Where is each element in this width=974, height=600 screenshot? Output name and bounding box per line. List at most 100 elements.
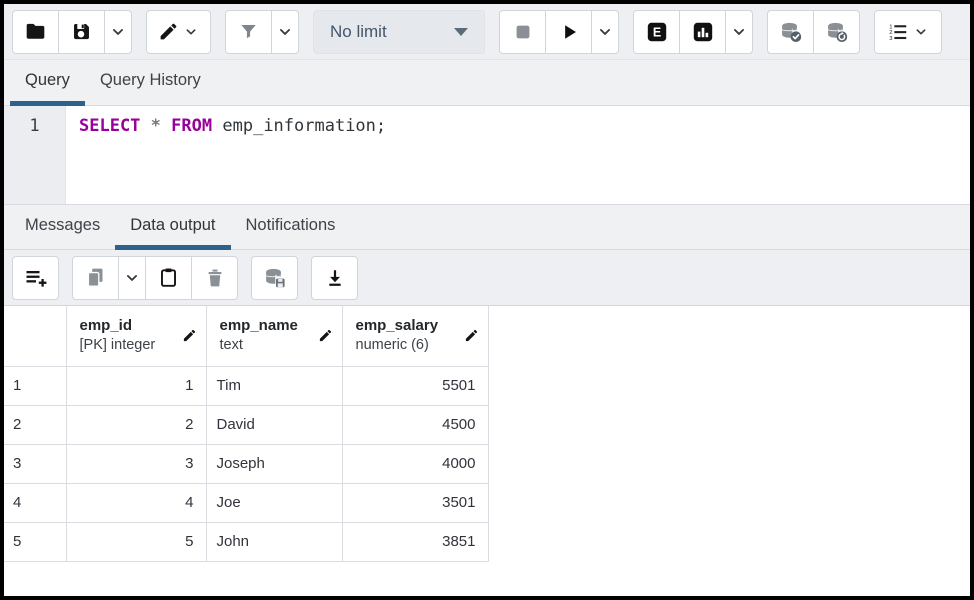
column-type: text xyxy=(219,337,243,354)
data-output-toolbar xyxy=(4,250,970,306)
play-icon xyxy=(564,24,576,39)
macros-button[interactable]: 123 xyxy=(874,9,942,54)
execute-button[interactable] xyxy=(545,9,592,54)
triangle-down-icon xyxy=(454,27,468,36)
add-row-icon xyxy=(26,270,46,287)
tab-data-output[interactable]: Data output xyxy=(115,205,231,250)
trash-icon xyxy=(207,269,222,286)
cell-emp-name[interactable]: David xyxy=(206,405,343,445)
delete-button[interactable] xyxy=(191,255,238,300)
tab-query-history-label: Query History xyxy=(99,71,201,89)
copy-icon xyxy=(87,268,103,287)
bar-chart-icon xyxy=(693,22,712,41)
rollback-button[interactable] xyxy=(813,9,860,54)
chevron-down-icon xyxy=(599,28,611,35)
stop-button[interactable] xyxy=(499,9,546,54)
execute-options-button[interactable] xyxy=(591,9,619,54)
grid-row: 2 2 David 4500 xyxy=(4,405,489,445)
open-file-button[interactable] xyxy=(12,9,59,54)
row-limit-value: No limit xyxy=(330,21,387,41)
explain-button[interactable]: E xyxy=(633,9,680,54)
grid-row: 4 4 Joe 3501 xyxy=(4,483,489,523)
row-number-cell[interactable]: 5 xyxy=(4,522,67,562)
filter-button-group xyxy=(225,9,299,54)
pencil-icon xyxy=(160,23,177,40)
grid-row: 5 5 John 3851 xyxy=(4,522,489,562)
chevron-down-icon xyxy=(186,28,196,35)
column-header-emp-salary[interactable]: emp_salary numeric (6) xyxy=(342,306,489,367)
column-type: numeric (6) xyxy=(355,337,429,354)
column-name: emp_name xyxy=(219,316,298,334)
editor-tabbar: Query Query History xyxy=(4,60,970,106)
cell-emp-salary[interactable]: 5501 xyxy=(342,366,489,406)
explain-icon: E xyxy=(647,22,666,41)
cell-emp-salary[interactable]: 3501 xyxy=(342,483,489,523)
filter-button[interactable] xyxy=(225,9,272,54)
cell-emp-name[interactable]: Joseph xyxy=(206,444,343,484)
grid-row: 1 1 Tim 5501 xyxy=(4,366,489,406)
edit-column-pencil-icon[interactable] xyxy=(318,328,333,343)
database-rollback-icon xyxy=(827,22,847,42)
column-name: emp_id xyxy=(79,316,133,334)
explain-options-button[interactable] xyxy=(725,9,753,54)
tab-notifications[interactable]: Notifications xyxy=(231,205,351,250)
grid-corner-cell[interactable] xyxy=(4,306,67,367)
chevron-down-icon xyxy=(126,274,138,281)
edit-column-pencil-icon[interactable] xyxy=(464,328,479,343)
cell-emp-salary[interactable]: 4000 xyxy=(342,444,489,484)
output-tabbar: Messages Data output Notifications xyxy=(4,204,970,250)
row-number-cell[interactable]: 3 xyxy=(4,444,67,484)
save-button[interactable] xyxy=(58,9,105,54)
cell-emp-id[interactable]: 4 xyxy=(66,483,207,523)
save-icon xyxy=(74,24,89,40)
sql-keyword: FROM xyxy=(171,116,213,136)
results-grid-area: emp_id [PK] integer emp_name text emp_sa… xyxy=(4,306,970,596)
download-icon xyxy=(328,269,341,286)
filter-options-button[interactable] xyxy=(271,9,299,54)
download-button[interactable] xyxy=(311,255,358,300)
save-data-button[interactable] xyxy=(251,255,298,300)
cell-emp-id[interactable]: 3 xyxy=(66,444,207,484)
sql-operator: * xyxy=(150,116,161,136)
cell-emp-salary[interactable]: 4500 xyxy=(342,405,489,445)
row-number-cell[interactable]: 4 xyxy=(4,483,67,523)
row-number-cell[interactable]: 1 xyxy=(4,366,67,406)
copy-button[interactable] xyxy=(72,255,119,300)
cell-emp-id[interactable]: 5 xyxy=(66,522,207,562)
macro-button-group: 123 xyxy=(874,9,942,54)
column-header-emp-name[interactable]: emp_name text xyxy=(206,306,343,367)
numbered-list-icon: 123 xyxy=(889,24,907,42)
add-row-button[interactable] xyxy=(12,255,59,300)
copy-options-button[interactable] xyxy=(118,255,146,300)
cell-emp-id[interactable]: 1 xyxy=(66,366,207,406)
cell-emp-salary[interactable]: 3851 xyxy=(342,522,489,562)
download-group xyxy=(311,255,358,300)
row-number-cell[interactable]: 2 xyxy=(4,405,67,445)
folder-icon xyxy=(26,23,45,39)
cell-emp-name[interactable]: Tim xyxy=(206,366,343,406)
tab-query[interactable]: Query xyxy=(10,60,85,106)
edit-menu-button[interactable] xyxy=(146,9,211,54)
svg-text:3: 3 xyxy=(889,36,892,42)
cell-emp-name[interactable]: John xyxy=(206,522,343,562)
tab-data-output-label: Data output xyxy=(130,215,216,234)
cell-emp-id[interactable]: 2 xyxy=(66,405,207,445)
column-header-emp-id[interactable]: emp_id [PK] integer xyxy=(66,306,207,367)
row-limit-select[interactable]: No limit xyxy=(313,9,485,54)
paste-button[interactable] xyxy=(145,255,192,300)
edit-column-pencil-icon[interactable] xyxy=(182,328,197,343)
database-save-icon xyxy=(265,268,285,287)
tab-query-history[interactable]: Query History xyxy=(85,60,216,106)
explain-analyze-button[interactable] xyxy=(679,9,726,54)
cell-emp-name[interactable]: Joe xyxy=(206,483,343,523)
commit-button[interactable] xyxy=(767,9,814,54)
sql-code-area[interactable]: SELECT * FROM emp_information; xyxy=(66,106,970,204)
grid-header-row: emp_id [PK] integer emp_name text emp_sa… xyxy=(4,306,489,367)
edit-button-group xyxy=(146,9,211,54)
filter-icon xyxy=(241,25,256,39)
column-name: emp_salary xyxy=(355,316,439,334)
query-tool-window: No limit E 1 2 3 Query Query History 1 S… xyxy=(0,0,974,600)
svg-text:E: E xyxy=(652,25,660,39)
tab-messages[interactable]: Messages xyxy=(10,205,115,250)
save-options-button[interactable] xyxy=(104,9,132,54)
